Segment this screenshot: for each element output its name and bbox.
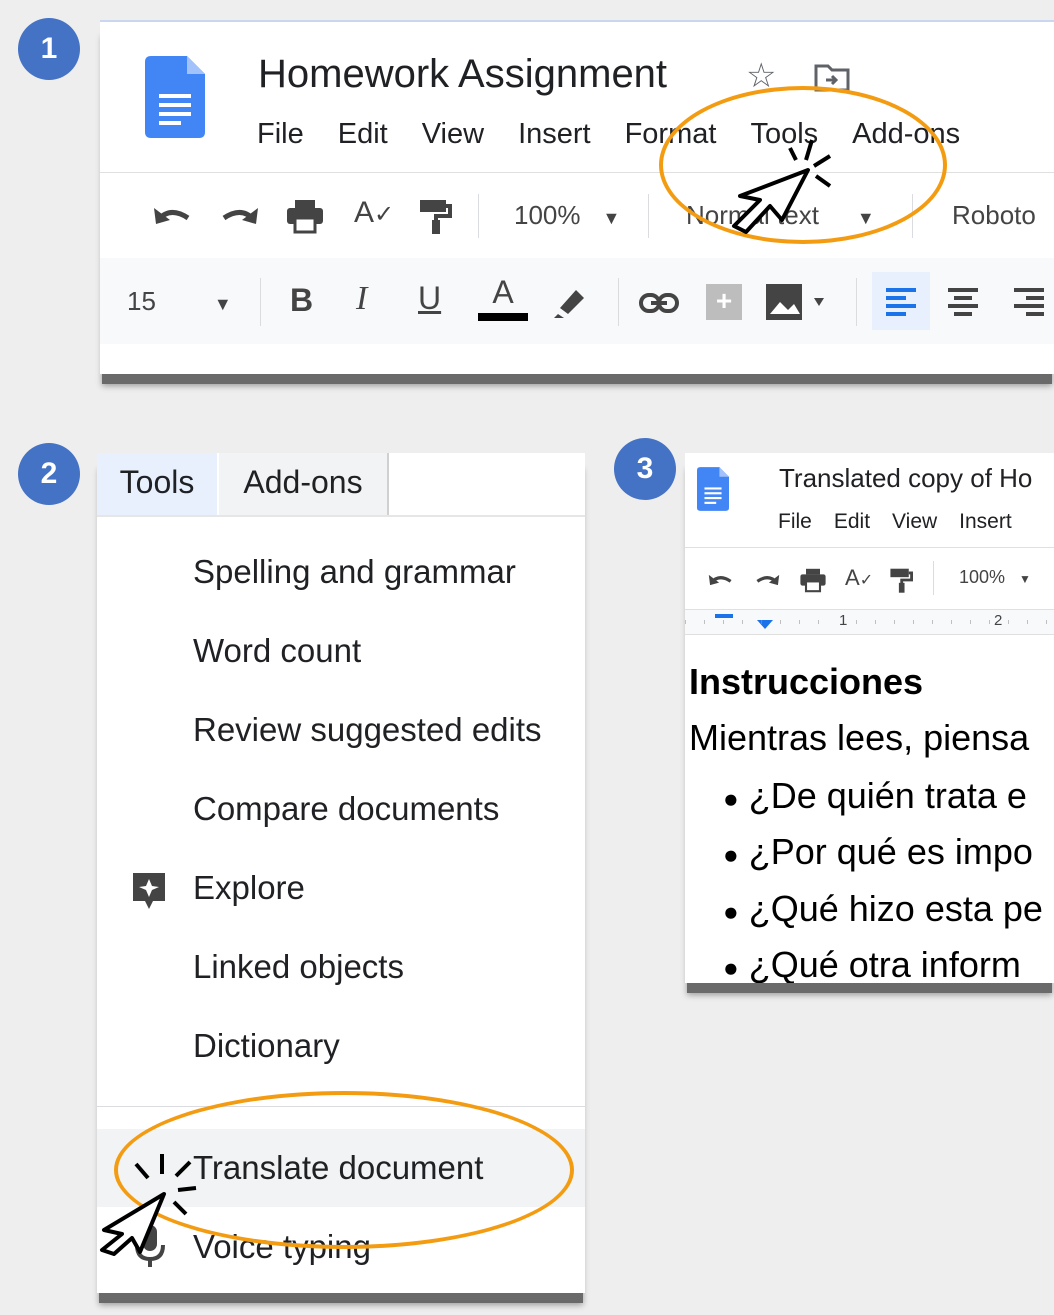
step-badge-3: 3 [614,438,676,500]
list-item-text: ¿Por qué es impo [748,831,1033,873]
link-icon[interactable] [638,292,680,314]
step-badge-2: 2 [18,443,80,505]
menu-view[interactable]: View [892,510,937,534]
menu-view[interactable]: View [422,118,484,151]
ruler: 1 2 [685,609,1054,635]
toolbar-sep-1 [478,194,479,238]
redo-icon[interactable] [753,571,781,589]
undo-icon[interactable] [152,202,194,230]
zoom-select[interactable]: 100% ▼ [959,567,1031,588]
bullet-icon: ● [723,839,739,870]
menu-edit[interactable]: Edit [338,118,388,151]
ruler-label-1: 1 [837,612,850,629]
zoom-select[interactable]: 100% ▼ [514,200,620,231]
docs-logo-icon [697,467,729,511]
docs-window-3: Translated copy of Ho File Edit View Ins… [685,453,1054,983]
list-item-text: ¿Qué hizo esta pe [748,887,1043,929]
toolbar-sep-6 [856,278,857,326]
menu-item-linked-objects[interactable]: Linked objects [193,948,404,986]
font-size-select[interactable]: 15 ▼ [127,286,232,317]
list-item: ● ¿Qué otra inform [723,938,1043,983]
toolbar-row: A✓ 100% ▼ [685,549,1054,607]
text-color-icon[interactable]: A [478,274,528,321]
align-center-icon[interactable] [946,286,980,318]
ruler-label-2: 2 [992,612,1005,629]
menu-header-addons[interactable]: Add-ons [219,453,389,515]
menu-edit[interactable]: Edit [834,510,870,534]
insert-image-icon[interactable] [766,284,836,325]
add-comment-icon[interactable]: + [706,284,742,320]
spellcheck-icon[interactable]: A✓ [845,565,873,591]
menu-item-explore[interactable]: Explore [193,869,305,907]
bullet-list: ● ¿De quién trata e ● ¿Por qué es impo ●… [723,769,1043,983]
doc-intro: Mientras lees, piensa [689,717,1030,758]
bullet-icon: ● [723,896,739,927]
italic-icon[interactable]: I [356,280,367,318]
redo-icon[interactable] [218,202,260,230]
highlight-icon[interactable] [552,286,586,318]
menu-bar: File Edit View Insert [778,510,1012,534]
font-select[interactable]: Roboto [952,200,1036,231]
menu-file[interactable]: File [778,510,812,534]
undo-icon[interactable] [707,571,735,589]
paint-format-icon[interactable] [418,198,452,234]
docs-logo-icon [145,56,205,138]
print-icon[interactable] [285,198,325,234]
chevron-down-icon: ▼ [213,294,232,314]
toolbar-sep-5 [618,278,619,326]
align-right-icon[interactable] [1012,286,1046,318]
click-cursor-icon [100,1154,197,1256]
menu-item-word-count[interactable]: Word count [193,632,361,670]
list-item: ● ¿De quién trata e [723,769,1043,825]
menu-item-dictionary[interactable]: Dictionary [193,1027,340,1065]
menu-divider [685,547,1054,548]
zoom-value: 100% [514,200,581,230]
toolbar-sep [933,561,934,595]
doc-title[interactable]: Translated copy of Ho [779,463,1032,494]
click-cursor-icon [732,139,832,234]
toolbar-sep-4 [260,278,261,326]
underline-icon[interactable]: U [418,280,441,317]
toolbar-row-2: 15 ▼ B I U A + [100,258,1054,344]
menu-insert[interactable]: Insert [518,118,591,151]
toolbar-sep-2 [648,194,649,238]
menu-insert[interactable]: Insert [959,510,1012,534]
spellcheck-icon[interactable]: A✓ [354,196,394,230]
bullet-icon: ● [723,783,739,814]
list-item-text: ¿De quién trata e [748,775,1027,816]
align-left-icon[interactable] [872,272,930,330]
paint-format-icon[interactable] [889,567,913,593]
step-badge-1: 1 [18,18,80,80]
chevron-down-icon: ▼ [602,208,621,228]
zoom-value: 100% [959,567,1006,587]
menu-item-review-edits[interactable]: Review suggested edits [193,711,542,749]
list-item: ● ¿Por qué es impo [723,825,1043,881]
list-item-text: ¿Qué otra inform [748,944,1021,983]
print-icon[interactable] [799,567,827,593]
doc-heading: Instrucciones [689,661,924,702]
menu-header-tools[interactable]: Tools [97,453,217,515]
list-item: ● ¿Qué hizo esta pe [723,882,1043,938]
menu-file[interactable]: File [257,118,304,151]
chevron-down-icon: ▼ [1019,572,1031,586]
explore-icon [131,871,167,916]
menu-item-spelling[interactable]: Spelling and grammar [193,553,516,591]
ruler-indent-marker[interactable] [715,614,733,618]
bullet-icon: ● [723,952,739,983]
doc-title[interactable]: Homework Assignment [258,52,667,97]
menu-item-compare[interactable]: Compare documents [193,790,499,828]
bold-icon[interactable]: B [290,282,313,319]
menu-shadow-line [97,515,585,517]
font-size-value: 15 [127,286,156,316]
